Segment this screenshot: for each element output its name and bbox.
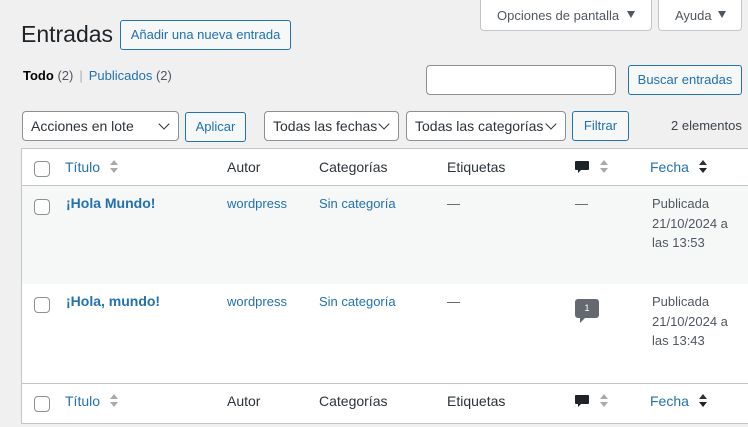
view-all[interactable]: Todo [23,68,54,83]
sort-icon [599,160,610,174]
view-published[interactable]: Publicados [89,68,153,83]
help-tab[interactable]: Ayuda [658,0,742,31]
column-categories-header: Categorías [319,159,388,175]
screen-options-tab[interactable]: Opciones de pantalla [480,0,652,31]
chevron-down-icon [545,118,557,130]
row-checkbox[interactable] [34,199,50,215]
table-footer: Título Autor Categorías Etiquetas Fecha [22,383,748,423]
row-checkbox[interactable] [34,297,50,313]
date-filter-select[interactable]: Todas las fechas [264,111,399,141]
post-date: Publicada 21/10/2024 a las 13:53 [652,194,748,253]
table-row: ¡Hola, mundo! wordpress Sin categoría — … [22,284,748,383]
sort-desc-icon [698,394,709,408]
filter-button[interactable]: Filtrar [572,111,629,141]
post-author-link[interactable]: wordpress [227,292,287,312]
comment-icon [575,395,589,407]
post-status-views: Todo (2) | Publicados (2) [23,67,172,84]
help-label: Ayuda [675,8,712,23]
comment-icon [575,161,589,173]
column-tags-header: Etiquetas [447,159,506,175]
add-new-post-button[interactable]: Añadir una nueva entrada [120,20,291,50]
sort-icon [109,394,120,408]
select-all-checkbox-footer[interactable] [34,396,50,412]
chevron-down-icon [378,118,390,130]
post-date: Publicada 21/10/2024 a las 13:43 [652,292,748,351]
column-comments-footer[interactable] [574,393,610,409]
view-published-count: (2) [155,68,172,83]
post-category-link[interactable]: Sin categoría [319,194,396,214]
search-posts-button[interactable]: Buscar entradas [628,65,742,95]
post-date-status: Publicada [652,196,710,211]
caret-down-icon [627,11,635,18]
view-all-count: (2) [57,68,74,83]
page-title: Entradas [21,21,114,47]
caret-down-icon [718,11,726,18]
sort-icon [599,394,610,408]
select-all-checkbox[interactable] [34,161,50,177]
table-row: ¡Hola Mundo! wordpress Sin categoría — —… [22,186,748,284]
column-date-footer[interactable]: Fecha [650,393,709,409]
post-date-time: las 13:53 [652,235,705,250]
post-date-status: Publicada [652,294,710,309]
column-date-header[interactable]: Fecha [650,159,709,175]
column-comments-header[interactable] [574,159,610,175]
chevron-down-icon [158,118,170,130]
column-author-header: Autor [227,159,261,175]
sort-icon [109,160,120,174]
post-date-day: 21/10/2024 a [652,215,728,231]
column-categories-footer: Categorías [319,393,388,409]
comment-count-bubble[interactable]: 1 [575,299,599,323]
post-comments: — [575,196,588,211]
table-header: Título Autor Categorías Etiquetas Fecha [22,149,748,186]
column-title-footer[interactable]: Título [65,393,120,409]
column-author-footer: Autor [227,393,261,409]
post-date-day: 21/10/2024 a [652,313,728,329]
post-tags: — [447,294,460,309]
column-title-header[interactable]: Título [65,159,120,175]
bulk-actions-select[interactable]: Acciones en lote [22,111,179,141]
sort-desc-icon [698,160,709,174]
posts-table: Título Autor Categorías Etiquetas Fecha … [21,148,748,424]
post-author-link[interactable]: wordpress [227,194,287,214]
view-separator: | [79,68,83,83]
post-date-time: las 13:43 [652,333,705,348]
post-category-link[interactable]: Sin categoría [319,292,396,312]
post-title-link[interactable]: ¡Hola Mundo! [66,194,155,214]
category-filter-select[interactable]: Todas las categorías [406,111,566,141]
search-input[interactable] [426,65,616,95]
apply-button[interactable]: Aplicar [185,112,246,142]
post-title-link[interactable]: ¡Hola, mundo! [66,292,160,312]
screen-options-label: Opciones de pantalla [497,8,620,23]
items-count: 2 elementos [671,118,742,133]
post-tags: — [447,196,460,211]
column-tags-footer: Etiquetas [447,393,506,409]
